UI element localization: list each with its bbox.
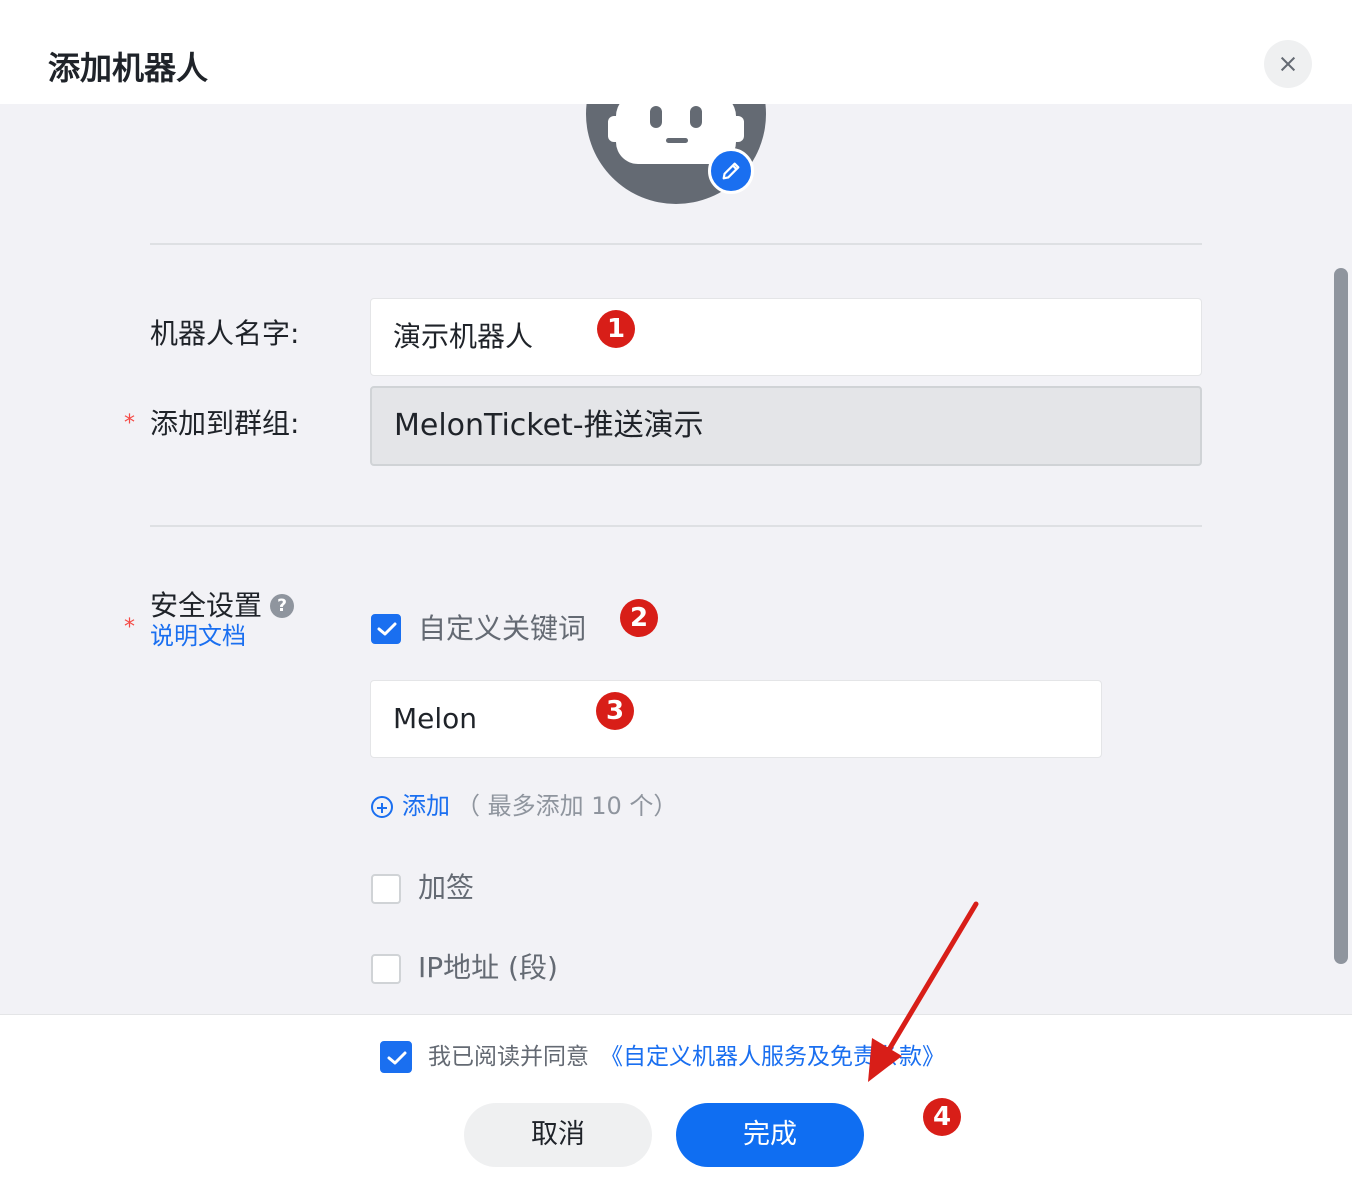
close-button[interactable] [1264, 40, 1312, 88]
step-marker-2: 2 [620, 599, 658, 637]
dialog-body: 机器人名字: 演示机器人 1 * 添加到群组: MelonTicket-推送演示… [0, 104, 1352, 1014]
sign-option-label: 加签 [418, 871, 475, 904]
name-label: 机器人名字: [150, 317, 300, 350]
dialog-footer: 我已阅读并同意 《自定义机器人服务及免责条款》 取消 完成 4 [0, 1014, 1352, 1195]
add-hint: （ 最多添加 10 个） [456, 792, 678, 820]
step-marker-4: 4 [923, 1098, 961, 1136]
question-icon[interactable]: ? [270, 594, 294, 618]
keyword-value: Melon [393, 702, 478, 735]
group-value: MelonTicket-推送演示 [394, 408, 704, 443]
keyword-option-label: 自定义关键词 [418, 612, 587, 645]
required-mark: * [124, 615, 135, 640]
robot-name-input[interactable]: 演示机器人 [370, 298, 1202, 376]
cancel-button[interactable]: 取消 [464, 1103, 652, 1167]
security-label: 安全设置 [150, 589, 263, 622]
edit-avatar-button[interactable] [708, 148, 754, 194]
divider [150, 525, 1202, 527]
keyword-checkbox[interactable] [371, 614, 401, 644]
check-icon [387, 1051, 407, 1065]
group-label: 添加到群组: [150, 407, 300, 440]
dialog-header: 添加机器人 [0, 0, 1352, 104]
step-marker-3: 3 [596, 692, 634, 730]
add-keyword-link[interactable]: 添加 [402, 790, 450, 822]
dialog-title: 添加机器人 [48, 49, 209, 87]
step-marker-1: 1 [597, 310, 635, 348]
group-field: MelonTicket-推送演示 [370, 386, 1202, 466]
ip-checkbox[interactable] [371, 954, 401, 984]
robot-name-value: 演示机器人 [393, 320, 534, 353]
scrollbar[interactable] [1334, 268, 1348, 964]
done-button[interactable]: 完成 [676, 1103, 864, 1167]
keyword-input[interactable]: Melon [370, 680, 1102, 758]
divider [150, 243, 1202, 245]
plus-circle-icon[interactable] [371, 796, 393, 818]
agree-checkbox[interactable] [380, 1041, 412, 1073]
ip-option-label: IP地址 (段) [418, 951, 558, 984]
required-mark: * [124, 411, 135, 436]
check-icon [377, 622, 397, 636]
sign-checkbox[interactable] [371, 874, 401, 904]
terms-link[interactable]: 《自定义机器人服务及免责条款》 [600, 1041, 945, 1073]
agree-text: 我已阅读并同意 [428, 1044, 589, 1070]
doc-link[interactable]: 说明文档 [150, 620, 246, 652]
pencil-icon [722, 162, 740, 180]
